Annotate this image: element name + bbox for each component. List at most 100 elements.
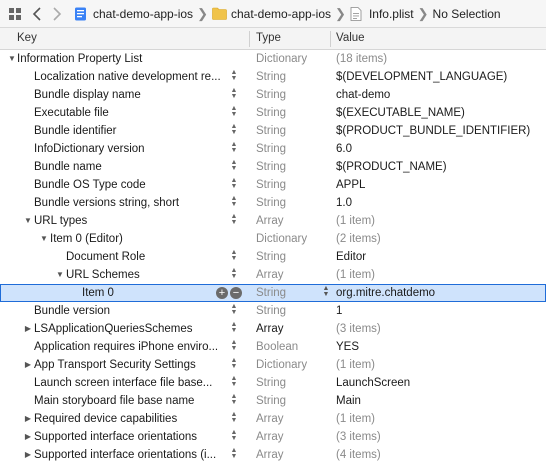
type-cell[interactable]: Array [256, 446, 283, 464]
type-cell[interactable]: Dictionary [256, 50, 307, 68]
table-row[interactable]: Launch screen interface file base... ▲ ▼ St… [0, 374, 546, 392]
key-cell[interactable]: Bundle versions string, short [34, 194, 224, 212]
breadcrumb-group[interactable]: chat-demo-app-ios [231, 7, 331, 21]
table-row[interactable]: ▼ URL Schemes ▲ ▼ Array (1 item) [0, 266, 546, 284]
type-cell[interactable]: String [256, 284, 286, 302]
value-cell[interactable]: $(DEVELOPMENT_LANGUAGE) [336, 68, 542, 86]
table-row[interactable]: Bundle version ▲ ▼ String 1 [0, 302, 546, 320]
key-popup-stepper-icon[interactable]: ▲ ▼ [229, 429, 239, 444]
disclosure-collapsed-icon[interactable]: ▶ [22, 356, 34, 374]
table-row[interactable]: ▶ Supported interface orientations ▲ ▼ Array… [0, 428, 546, 446]
value-cell[interactable]: $(PRODUCT_BUNDLE_IDENTIFIER) [336, 122, 542, 140]
type-cell[interactable]: Array [256, 212, 283, 230]
disclosure-collapsed-icon[interactable]: ▶ [22, 428, 34, 446]
type-cell[interactable]: Boolean [256, 338, 298, 356]
type-cell[interactable]: String [256, 302, 286, 320]
type-cell[interactable]: String [256, 86, 286, 104]
key-popup-stepper-icon[interactable]: ▲ ▼ [229, 195, 239, 210]
key-popup-stepper-icon[interactable]: ▲ ▼ [229, 141, 239, 156]
value-cell[interactable]: (2 items) [336, 230, 542, 248]
key-cell[interactable]: Item 0 (Editor) [50, 230, 224, 248]
value-cell[interactable]: $(PRODUCT_NAME) [336, 158, 542, 176]
key-popup-stepper-icon[interactable]: ▲ ▼ [229, 267, 239, 282]
remove-item-icon[interactable]: − [230, 287, 242, 299]
type-cell[interactable]: String [256, 194, 286, 212]
table-row[interactable]: ▼ Item 0 (Editor) Dictionary (2 items) [0, 230, 546, 248]
type-cell[interactable]: String [256, 374, 286, 392]
table-row[interactable]: ▼ Information Property List Dictionary (18 … [0, 50, 546, 68]
value-cell[interactable]: (1 item) [336, 266, 542, 284]
column-divider[interactable] [330, 31, 331, 47]
add-item-icon[interactable]: + [216, 287, 228, 299]
value-cell[interactable]: APPL [336, 176, 542, 194]
table-row[interactable]: Main storyboard file base name ▲ ▼ String Ma… [0, 392, 546, 410]
type-cell[interactable]: Array [256, 428, 283, 446]
key-cell[interactable]: Bundle OS Type code [34, 176, 224, 194]
key-popup-stepper-icon[interactable]: ▲ ▼ [229, 87, 239, 102]
key-cell[interactable]: App Transport Security Settings [34, 356, 224, 374]
key-popup-stepper-icon[interactable]: ▲ ▼ [229, 177, 239, 192]
disclosure-collapsed-icon[interactable]: ▶ [22, 410, 34, 428]
value-cell[interactable]: Main [336, 392, 542, 410]
table-row[interactable]: Localization native development re... ▲ ▼ S… [0, 68, 546, 86]
table-row[interactable]: Bundle OS Type code ▲ ▼ String APPL [0, 176, 546, 194]
value-stepper-icon[interactable]: ▲ ▼ [321, 285, 331, 300]
value-cell[interactable]: (4 items) [336, 446, 542, 464]
table-row[interactable]: Bundle name ▲ ▼ String $(PRODUCT_NAME) [0, 158, 546, 176]
table-row[interactable]: Document Role ▲ ▼ String Editor [0, 248, 546, 266]
key-cell[interactable]: Launch screen interface file base... [34, 374, 224, 392]
key-cell[interactable]: Bundle name [34, 158, 224, 176]
key-popup-stepper-icon[interactable]: ▲ ▼ [229, 447, 239, 462]
value-cell[interactable]: YES [336, 338, 542, 356]
value-cell[interactable]: (3 items) [336, 320, 542, 338]
key-popup-stepper-icon[interactable]: ▲ ▼ [229, 159, 239, 174]
key-cell[interactable]: InfoDictionary version [34, 140, 224, 158]
key-popup-stepper-icon[interactable]: ▲ ▼ [229, 375, 239, 390]
key-cell[interactable]: Main storyboard file base name [34, 392, 224, 410]
column-divider[interactable] [249, 31, 250, 47]
key-cell[interactable]: Executable file [34, 104, 224, 122]
key-popup-stepper-icon[interactable]: ▲ ▼ [229, 105, 239, 120]
key-cell[interactable]: Bundle version [34, 302, 224, 320]
table-row[interactable]: Bundle display name ▲ ▼ String chat-demo [0, 86, 546, 104]
disclosure-expanded-icon[interactable]: ▼ [38, 230, 50, 248]
value-cell[interactable]: 6.0 [336, 140, 542, 158]
value-cell[interactable]: 1 [336, 302, 542, 320]
type-cell[interactable]: Array [256, 266, 283, 284]
value-column-header[interactable]: Value [336, 32, 365, 44]
value-cell[interactable]: (18 items) [336, 50, 542, 68]
key-cell[interactable]: Supported interface orientations (i... [34, 446, 224, 464]
type-column-header[interactable]: Type [256, 32, 281, 44]
disclosure-expanded-icon[interactable]: ▼ [54, 266, 66, 284]
table-row[interactable]: ▶ App Transport Security Settings ▲ ▼ Dictio… [0, 356, 546, 374]
value-cell[interactable]: (3 items) [336, 428, 542, 446]
key-cell[interactable]: Information Property List [17, 50, 224, 68]
table-row[interactable]: Application requires iPhone enviro... ▲ ▼ B… [0, 338, 546, 356]
key-popup-stepper-icon[interactable]: ▲ ▼ [229, 69, 239, 84]
key-popup-stepper-icon[interactable]: ▲ ▼ [229, 213, 239, 228]
table-row[interactable]: Bundle versions string, short ▲ ▼ String 1.0 [0, 194, 546, 212]
key-cell[interactable]: Document Role [66, 248, 224, 266]
breadcrumb-file[interactable]: Info.plist [369, 7, 414, 21]
value-cell[interactable]: LaunchScreen [336, 374, 542, 392]
key-cell[interactable]: URL types [34, 212, 224, 230]
type-cell[interactable]: Array [256, 410, 283, 428]
disclosure-collapsed-icon[interactable]: ▶ [22, 320, 34, 338]
key-cell[interactable]: URL Schemes [66, 266, 224, 284]
key-popup-stepper-icon[interactable]: ▲ ▼ [229, 249, 239, 264]
value-cell[interactable]: chat-demo [336, 86, 542, 104]
key-cell[interactable]: Supported interface orientations [34, 428, 224, 446]
key-popup-stepper-icon[interactable]: ▲ ▼ [229, 303, 239, 318]
key-column-header[interactable]: Key [17, 32, 37, 44]
table-row[interactable]: ▶ Supported interface orientations (i... ▲… [0, 446, 546, 464]
value-cell[interactable]: (1 item) [336, 212, 542, 230]
type-cell[interactable]: Dictionary [256, 356, 307, 374]
type-cell[interactable]: Dictionary [256, 230, 307, 248]
value-cell[interactable]: (1 item) [336, 410, 542, 428]
key-cell[interactable]: Localization native development re... [34, 68, 224, 86]
value-cell[interactable]: $(EXECUTABLE_NAME) [336, 104, 542, 122]
table-row[interactable]: Executable file ▲ ▼ String $(EXECUTABLE_NAME… [0, 104, 546, 122]
type-cell[interactable]: String [256, 392, 286, 410]
type-cell[interactable]: String [256, 176, 286, 194]
table-row[interactable]: ▼ URL types ▲ ▼ Array (1 item) [0, 212, 546, 230]
